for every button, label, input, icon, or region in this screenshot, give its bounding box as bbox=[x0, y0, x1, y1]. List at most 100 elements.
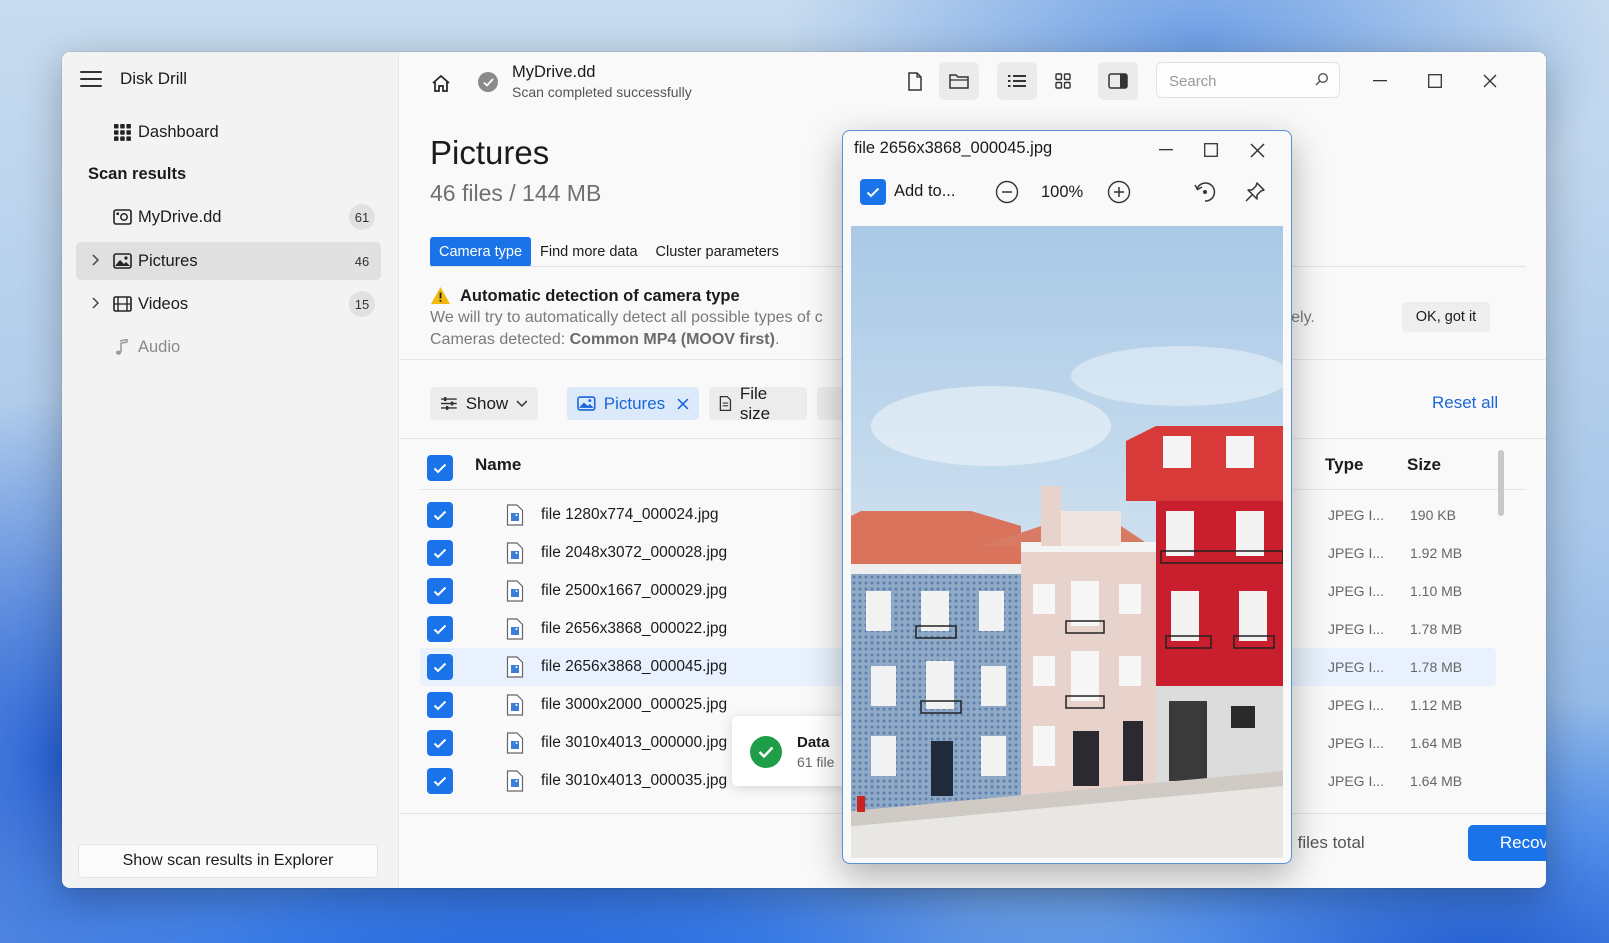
image-file-icon bbox=[506, 656, 524, 683]
chevron-right-icon[interactable] bbox=[86, 253, 104, 269]
row-checkbox[interactable] bbox=[427, 654, 453, 680]
file-size: 1.10 MB bbox=[1410, 583, 1463, 599]
image-file-icon bbox=[506, 542, 524, 569]
maximize-icon[interactable] bbox=[1420, 66, 1450, 96]
scrollbar[interactable] bbox=[1498, 450, 1504, 516]
show-filter-button[interactable]: Show bbox=[430, 387, 538, 420]
chevron-down-icon bbox=[516, 400, 528, 407]
zoom-out-icon[interactable] bbox=[993, 178, 1021, 206]
scan-status: Scan completed successfully bbox=[512, 84, 692, 100]
zoom-level: 100% bbox=[1041, 183, 1084, 201]
film-icon bbox=[112, 295, 132, 313]
file-type: JPEG I... bbox=[1328, 697, 1385, 713]
row-checkbox[interactable] bbox=[427, 502, 453, 528]
row-checkbox[interactable] bbox=[427, 578, 453, 604]
image-file-icon bbox=[506, 694, 524, 721]
minimize-icon[interactable] bbox=[1365, 66, 1395, 96]
close-icon[interactable] bbox=[1242, 135, 1272, 165]
row-checkbox[interactable] bbox=[427, 540, 453, 566]
minimize-icon[interactable] bbox=[1151, 135, 1181, 165]
disk-drill-window: Disk Drill Dashboard Scan results MyDriv… bbox=[62, 52, 1546, 888]
row-checkbox[interactable] bbox=[427, 692, 453, 718]
file-type: JPEG I... bbox=[1328, 583, 1385, 599]
close-icon[interactable] bbox=[1475, 66, 1505, 96]
file-size: 1.78 MB bbox=[1410, 621, 1463, 637]
row-checkbox[interactable] bbox=[427, 616, 453, 642]
music-note-icon bbox=[112, 338, 132, 356]
recover-button[interactable]: Recover bbox=[1468, 825, 1546, 861]
sliders-icon bbox=[440, 397, 457, 410]
sidebar-item-label: Dashboard bbox=[138, 122, 219, 141]
sidebar-item-mydrive[interactable]: MyDrive.dd 61 bbox=[76, 198, 381, 236]
count-badge: 15 bbox=[349, 291, 375, 317]
preview-pane-button[interactable] bbox=[1098, 62, 1138, 100]
count-badge: 61 bbox=[349, 204, 375, 230]
home-icon[interactable] bbox=[426, 68, 456, 98]
folder-icon bbox=[949, 74, 969, 89]
file-name: file 3000x2000_000025.jpg bbox=[541, 696, 728, 713]
image-file-icon bbox=[506, 580, 524, 607]
preview-pane-icon bbox=[1108, 73, 1128, 89]
tab-cluster-parameters[interactable]: Cluster parameters bbox=[647, 237, 788, 267]
rotate-icon[interactable] bbox=[1191, 178, 1219, 206]
warning-icon bbox=[430, 286, 451, 310]
file-type: JPEG I... bbox=[1328, 621, 1385, 637]
sidebar-item-dashboard[interactable]: Dashboard bbox=[76, 113, 381, 151]
preview-image bbox=[851, 226, 1283, 858]
sidebar-item-label: Audio bbox=[138, 337, 181, 356]
file-name: file 3010x4013_000035.jpg bbox=[541, 772, 728, 789]
file-size-filter-button[interactable]: File size bbox=[709, 384, 807, 423]
sidebar-item-pictures[interactable]: Pictures 46 bbox=[76, 242, 381, 280]
column-header-size[interactable]: Size bbox=[1407, 455, 1441, 475]
hamburger-menu-icon[interactable] bbox=[80, 68, 102, 90]
list-view-button[interactable] bbox=[997, 62, 1037, 100]
success-check-icon bbox=[750, 736, 782, 768]
chevron-right-icon[interactable] bbox=[86, 296, 104, 312]
tab-camera-type[interactable]: Camera type bbox=[430, 237, 532, 267]
add-to-checkbox[interactable] bbox=[860, 179, 886, 205]
add-to-label[interactable]: Add to... bbox=[894, 182, 955, 201]
sidebar-item-videos[interactable]: Videos 15 bbox=[76, 285, 381, 323]
sidebar-header: Disk Drill bbox=[80, 68, 187, 90]
reset-all-link[interactable]: Reset all bbox=[1432, 393, 1498, 413]
pictures-filter-chip[interactable]: Pictures bbox=[567, 387, 699, 420]
top-bar: MyDrive.dd Scan completed successfully S… bbox=[400, 52, 1546, 114]
notice-body: We will try to automatically detect all … bbox=[430, 309, 823, 326]
maximize-icon[interactable] bbox=[1196, 135, 1226, 165]
file-view-button[interactable] bbox=[895, 62, 935, 100]
ok-got-it-button[interactable]: OK, got it bbox=[1402, 302, 1490, 332]
file-name: file 2656x3868_000022.jpg bbox=[541, 620, 728, 637]
pin-icon[interactable] bbox=[1241, 178, 1269, 206]
sidebar-item-audio[interactable]: Audio bbox=[76, 328, 381, 366]
search-icon bbox=[1315, 72, 1329, 90]
scan-complete-icon bbox=[478, 72, 498, 92]
file-size: 190 KB bbox=[1410, 507, 1456, 523]
cameras-detected: Cameras detected: Common MP4 (MOOV first… bbox=[430, 331, 780, 348]
row-checkbox[interactable] bbox=[427, 730, 453, 756]
search-input[interactable]: Search bbox=[1156, 62, 1340, 98]
file-type: JPEG I... bbox=[1328, 773, 1385, 789]
sidebar: Disk Drill Dashboard Scan results MyDriv… bbox=[62, 52, 399, 888]
list-icon bbox=[1008, 75, 1026, 87]
page-subtitle: 46 files / 144 MB bbox=[430, 180, 602, 206]
drive-name: MyDrive.dd bbox=[512, 63, 596, 81]
show-in-explorer-button[interactable]: Show scan results in Explorer bbox=[78, 844, 378, 878]
zoom-in-icon[interactable] bbox=[1105, 178, 1133, 206]
image-preview-window: file 2656x3868_000045.jpg Add to... 100% bbox=[842, 130, 1292, 864]
picture-icon bbox=[577, 396, 596, 411]
folder-view-button[interactable] bbox=[939, 62, 979, 100]
column-header-type[interactable]: Type bbox=[1325, 455, 1363, 475]
toast-subtitle: 61 file bbox=[797, 754, 835, 770]
select-all-checkbox[interactable] bbox=[427, 455, 453, 481]
file-size: 1.92 MB bbox=[1410, 545, 1463, 561]
row-checkbox[interactable] bbox=[427, 768, 453, 794]
grid-view-button[interactable] bbox=[1043, 62, 1083, 100]
column-header-name[interactable]: Name bbox=[475, 455, 521, 475]
file-type: JPEG I... bbox=[1328, 659, 1385, 675]
tab-find-more-data[interactable]: Find more data bbox=[531, 237, 647, 267]
sidebar-item-label: MyDrive.dd bbox=[138, 207, 222, 226]
file-size: 1.12 MB bbox=[1410, 697, 1463, 713]
document-icon bbox=[908, 71, 922, 91]
file-size: 1.64 MB bbox=[1410, 735, 1463, 751]
file-name: file 1280x774_000024.jpg bbox=[541, 506, 719, 523]
